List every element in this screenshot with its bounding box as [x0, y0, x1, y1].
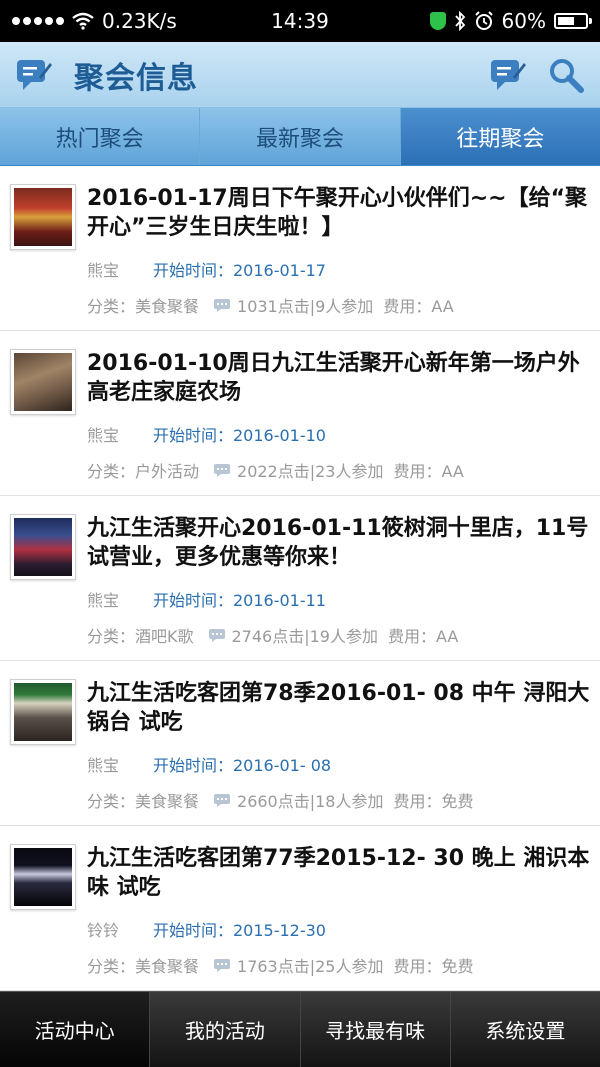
nav-activity-center[interactable]: 活动中心: [0, 992, 151, 1067]
network-speed: 0.23K/s: [102, 9, 177, 33]
event-title: 2016-01-10周日九江生活聚开心新年第一场户外 高老庄家庭农场: [87, 351, 580, 405]
event-start-time: 开始时间：2016-01- 08: [153, 756, 332, 775]
event-category: 分类：户外活动: [87, 462, 200, 481]
event-fee: 费用：AA: [383, 297, 454, 316]
event-category: 分类：美食聚餐: [87, 792, 200, 811]
clock: 14:39: [271, 9, 329, 33]
comment-icon: [208, 629, 225, 642]
shield-icon: [429, 12, 446, 30]
event-title: 2016-01-17周日下午聚开心小伙伴们~~【给“聚开心”三岁生日庆生啦！】: [87, 186, 588, 240]
tab-past[interactable]: 往期聚会: [400, 108, 600, 165]
page-title: 聚会信息: [74, 60, 198, 96]
bluetooth-icon: [454, 11, 465, 31]
nav-find-best-taste[interactable]: 寻找最有味: [301, 992, 451, 1067]
event-author: 铃铃: [87, 921, 120, 940]
event-stats: 1031点击|9人参加: [237, 297, 374, 316]
comment-icon: [214, 794, 231, 807]
event-thumbnail: [10, 679, 76, 745]
event-start-time: 开始时间：2015-12-30: [153, 921, 326, 940]
event-stats: 2022点击|23人参加: [237, 462, 384, 481]
list-item[interactable]: 2016-01-17周日下午聚开心小伙伴们~~【给“聚开心”三岁生日庆生啦！】 …: [0, 166, 600, 331]
event-stats: 1763点击|25人参加: [237, 957, 384, 976]
list-item[interactable]: 九江生活吃客团第77季2015-12- 30 晚上 湘识本味 试吃 铃铃 开始时…: [0, 826, 600, 991]
list-item[interactable]: 九江生活聚开心2016-01-11筱树洞十里店，11号试营业，更多优惠等你来！ …: [0, 496, 600, 661]
event-fee: 费用：免费: [393, 792, 474, 811]
event-fee: 费用：免费: [393, 957, 474, 976]
comment-icon: [214, 299, 231, 312]
event-category: 分类：美食聚餐: [87, 957, 200, 976]
tab-hot[interactable]: 热门聚会: [0, 108, 201, 165]
event-title: 九江生活聚开心2016-01-11筱树洞十里店，11号试营业，更多优惠等你来！: [87, 516, 589, 570]
message-edit-icon[interactable]: [14, 55, 54, 95]
event-fee: 费用：AA: [387, 627, 459, 646]
event-stats: 2746点击|19人参加: [231, 627, 378, 646]
event-category: 分类：美食聚餐: [87, 297, 200, 316]
event-start-time: 开始时间：2016-01-10: [153, 426, 326, 445]
event-thumbnail: [10, 844, 76, 910]
event-title: 九江生活吃客团第78季2016-01- 08 中午 浔阳大锅台 试吃: [87, 681, 590, 735]
bottom-nav: 活动中心 我的活动 寻找最有味 系统设置: [0, 991, 600, 1067]
event-title: 九江生活吃客团第77季2015-12- 30 晚上 湘识本味 试吃: [87, 846, 590, 900]
alarm-icon: [474, 11, 493, 30]
battery-icon: [554, 13, 592, 29]
tab-latest[interactable]: 最新聚会: [200, 108, 401, 165]
event-start-time: 开始时间：2016-01-11: [153, 591, 326, 610]
status-bar: 0.23K/s 14:39 60%: [0, 0, 600, 42]
list-item[interactable]: 2016-01-10周日九江生活聚开心新年第一场户外 高老庄家庭农场 熊宝 开始…: [0, 331, 600, 496]
event-fee: 费用：AA: [393, 462, 464, 481]
event-start-time: 开始时间：2016-01-17: [153, 261, 326, 280]
nav-settings[interactable]: 系统设置: [451, 992, 600, 1067]
event-author: 熊宝: [87, 426, 120, 445]
event-author: 熊宝: [87, 591, 120, 610]
event-author: 熊宝: [87, 756, 120, 775]
wifi-icon: [72, 12, 94, 30]
battery-percent: 60%: [501, 9, 546, 33]
app-header: 聚会信息: [0, 42, 600, 108]
search-icon[interactable]: [546, 55, 586, 95]
comment-icon: [214, 464, 231, 477]
list-item[interactable]: 九江生活吃客团第78季2016-01- 08 中午 浔阳大锅台 试吃 熊宝 开始…: [0, 661, 600, 826]
nav-my-activities[interactable]: 我的活动: [150, 992, 301, 1067]
event-stats: 2660点击|18人参加: [237, 792, 384, 811]
signal-icon: [12, 17, 64, 25]
event-list: 2016-01-17周日下午聚开心小伙伴们~~【给“聚开心”三岁生日庆生啦！】 …: [0, 166, 600, 991]
comment-icon: [214, 959, 231, 972]
event-category: 分类：酒吧K歌: [87, 627, 194, 646]
compose-icon[interactable]: [488, 55, 528, 95]
event-thumbnail: [10, 514, 76, 580]
event-thumbnail: [10, 349, 76, 415]
tab-bar: 热门聚会 最新聚会 往期聚会: [0, 108, 600, 166]
event-author: 熊宝: [87, 261, 120, 280]
event-thumbnail: [10, 184, 76, 250]
